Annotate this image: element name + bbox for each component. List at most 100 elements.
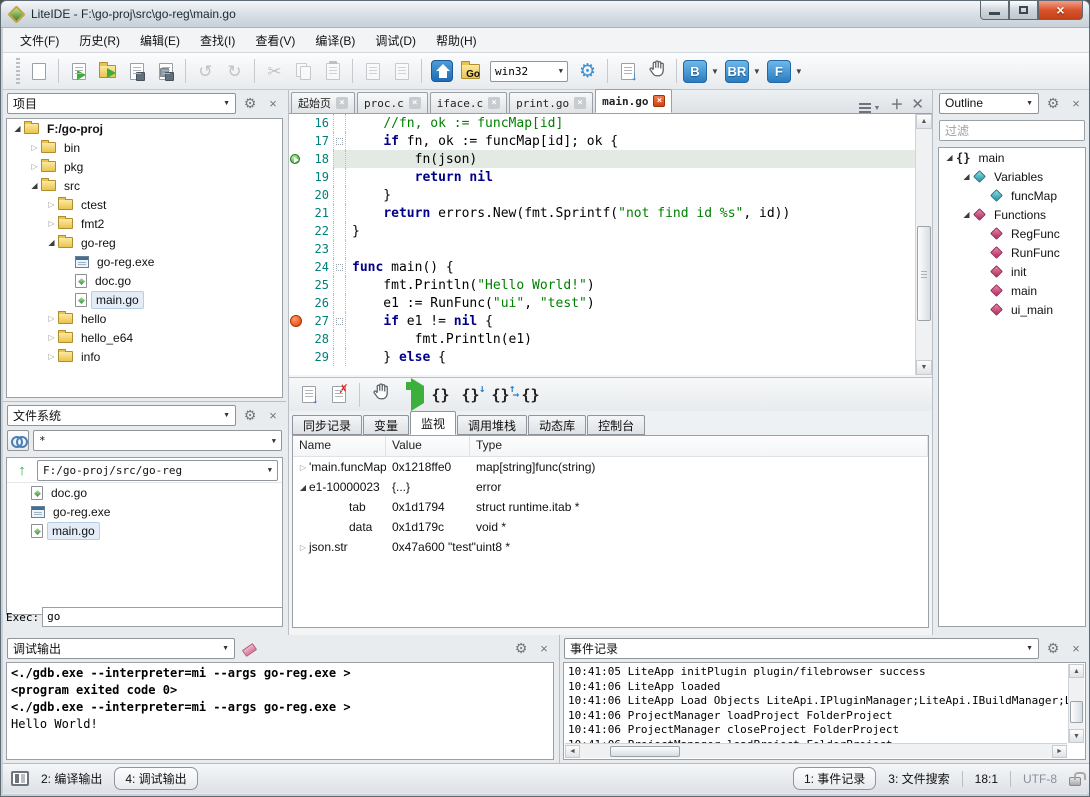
fold-margin[interactable]	[333, 348, 346, 366]
line-number[interactable]: 24	[289, 258, 333, 276]
fold-marker-icon[interactable]	[336, 318, 343, 325]
project-panel-combo[interactable]: 项目 ▼	[7, 93, 236, 114]
build-config-button[interactable]: ↓	[614, 58, 641, 85]
lock-open-icon[interactable]	[1069, 777, 1081, 786]
debug-hand-button[interactable]	[643, 58, 670, 85]
scroll-down-icon[interactable]: ▼	[916, 360, 932, 375]
fold-margin[interactable]	[333, 222, 346, 240]
new-file-button[interactable]	[25, 58, 52, 85]
path-combo[interactable]: F:/go-proj/src/go-reg ▼	[37, 460, 278, 481]
statusbar-text[interactable]: UTF-8	[1023, 772, 1057, 786]
project-gear-button[interactable]: ⚙	[241, 94, 259, 112]
target-combo[interactable]: win32▼	[490, 61, 568, 82]
expander-icon[interactable]: ◢	[45, 238, 58, 247]
line-number[interactable]: 23	[289, 240, 333, 258]
build-br-button[interactable]: BR	[725, 60, 749, 83]
expander-icon[interactable]: ▷	[28, 162, 41, 171]
debug-tab-6[interactable]: 控制台	[587, 415, 645, 435]
menu-item-8[interactable]: 帮助(H)	[427, 29, 486, 52]
debug-output-close-button[interactable]: ×	[535, 639, 553, 657]
fs-file-main-go[interactable]: main.go	[7, 521, 282, 540]
fs-file-doc-go[interactable]: doc.go	[7, 483, 282, 502]
outline-panel-combo[interactable]: Outline ▼	[939, 93, 1039, 114]
line-number[interactable]: 18	[289, 150, 333, 168]
menu-item-2[interactable]: 历史(R)	[70, 29, 129, 52]
project-item-fmt2[interactable]: ▷fmt2	[7, 214, 282, 233]
tab-close-icon[interactable]: ×	[336, 97, 348, 109]
close-button[interactable]: ×	[1038, 1, 1083, 20]
expander-icon[interactable]: ▷	[45, 314, 58, 323]
expander-icon[interactable]: ▷	[28, 143, 41, 152]
outline-item-main[interactable]: main	[939, 281, 1085, 300]
outline-item-init[interactable]: init	[939, 262, 1085, 281]
expander-icon[interactable]: ▷	[45, 200, 58, 209]
outline-item-regfunc[interactable]: RegFunc	[939, 224, 1085, 243]
debug-tab-1[interactable]: 同步记录	[292, 415, 362, 435]
close-tab-button[interactable]: ✕	[909, 95, 932, 113]
outline-close-button[interactable]: ×	[1067, 94, 1085, 112]
expander-icon[interactable]: ◢	[943, 153, 956, 162]
editor-tab-iface-c[interactable]: iface.c×	[430, 92, 507, 113]
line-number[interactable]: 16	[289, 114, 333, 132]
scroll-right-icon[interactable]: ►	[1052, 745, 1067, 758]
watch-column-type[interactable]: Type	[470, 436, 928, 456]
build-f-button[interactable]: F	[767, 60, 791, 83]
project-item-pkg[interactable]: ▷pkg	[7, 157, 282, 176]
outline-item-runfunc[interactable]: RunFunc	[939, 243, 1085, 262]
debug-hand-button[interactable]	[367, 381, 394, 408]
fold-margin[interactable]	[333, 330, 346, 348]
statusbar-text[interactable]: 2: 编译输出	[41, 770, 102, 787]
fold-margin[interactable]	[333, 276, 346, 294]
scroll-thumb[interactable]	[1070, 701, 1083, 723]
project-item-doc-go[interactable]: doc.go	[7, 271, 282, 290]
statusbar-button-4-调试输出[interactable]: 4: 调试输出	[114, 767, 197, 790]
fold-margin[interactable]	[333, 168, 346, 186]
filesystem-panel-combo[interactable]: 文件系统 ▼	[7, 405, 236, 426]
go-env-button[interactable]: Go	[457, 58, 484, 85]
expander-icon[interactable]: ▷	[45, 352, 58, 361]
debug-output-gear-button[interactable]: ⚙	[512, 639, 530, 657]
line-number[interactable]: 26	[289, 294, 333, 312]
event-log-content[interactable]: 10:41:05 LiteApp initPlugin plugin/fileb…	[563, 662, 1086, 760]
event-log-gear-button[interactable]: ⚙	[1044, 639, 1062, 657]
step-brace-button[interactable]: {}	[427, 381, 454, 408]
filter-combo[interactable]: * ▼	[33, 430, 282, 451]
tab-close-icon[interactable]: ×	[574, 97, 586, 109]
event-log-vscrollbar[interactable]: ▲ ▼	[1068, 664, 1084, 743]
toolbar-handle[interactable]	[16, 58, 20, 84]
editor-tab--[interactable]: 起始页×	[291, 92, 355, 113]
debug-tab-3[interactable]: 监视	[410, 411, 456, 435]
fold-margin[interactable]	[333, 186, 346, 204]
chevron-down-icon[interactable]: ▼	[709, 67, 723, 76]
minimize-button[interactable]	[980, 1, 1009, 20]
debug-tab-5[interactable]: 动态库	[528, 415, 586, 435]
menu-item-4[interactable]: 查找(I)	[191, 29, 244, 52]
clear-log-button[interactable]: ✗	[325, 381, 352, 408]
fs-file-go-reg-exe[interactable]: go-reg.exe	[7, 502, 282, 521]
expander-icon[interactable]: ▷	[297, 543, 309, 552]
tab-close-icon[interactable]: ×	[488, 97, 500, 109]
clear-output-button[interactable]	[240, 639, 258, 657]
event-log-hscrollbar[interactable]: ◄ ►	[565, 743, 1067, 758]
fold-margin[interactable]	[333, 258, 346, 276]
watch-row-1[interactable]: ▷'main.funcMap'0x1218ffe0map[string]func…	[293, 457, 928, 477]
project-item-hello[interactable]: ▷hello	[7, 309, 282, 328]
watch-row-5[interactable]: ▷json.str0x47a600 "test"uint8 *	[293, 537, 928, 557]
outline-item-funcmap[interactable]: funcMap	[939, 186, 1085, 205]
expander-icon[interactable]: ◢	[960, 172, 973, 181]
watch-row-3[interactable]: tab0x1d1794struct runtime.itab *	[293, 497, 928, 517]
project-item-go-reg[interactable]: ◢go-reg	[7, 233, 282, 252]
fold-margin[interactable]	[333, 204, 346, 222]
panel-columns-icon[interactable]	[11, 771, 29, 786]
fold-margin[interactable]	[333, 114, 346, 132]
chevron-down-icon[interactable]: ▼	[793, 67, 807, 76]
menu-item-7[interactable]: 调试(D)	[366, 29, 425, 52]
scroll-up-icon[interactable]: ▲	[1069, 664, 1084, 678]
statusbar-text[interactable]: 18:1	[975, 772, 998, 786]
line-number[interactable]: 25	[289, 276, 333, 294]
step-over-button[interactable]: {}→	[517, 381, 544, 408]
scroll-thumb[interactable]	[917, 226, 931, 321]
breakpoint-icon[interactable]	[290, 315, 302, 327]
outline-item-main[interactable]: ◢{}main	[939, 148, 1085, 167]
line-number[interactable]: 27	[289, 312, 333, 330]
